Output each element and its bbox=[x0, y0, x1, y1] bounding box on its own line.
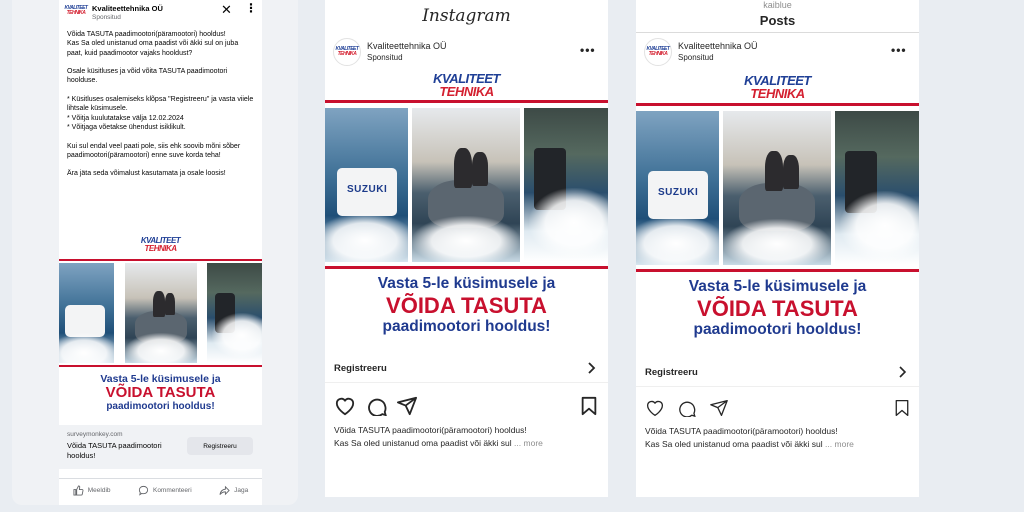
sponsored-label: Sponsitud bbox=[367, 53, 403, 62]
bookmark-icon[interactable] bbox=[894, 399, 910, 417]
caption-line-1: Võida TASUTA paadimootori(päramootori) h… bbox=[334, 425, 527, 435]
like-button[interactable]: Meeldib bbox=[73, 485, 111, 496]
facebook-ad-preview: KVALITEET TEHNIKA Kvaliteettehnika OÜ Sp… bbox=[12, 0, 298, 505]
photo-boat bbox=[412, 108, 520, 262]
more-link[interactable]: more bbox=[524, 438, 543, 448]
divider bbox=[59, 365, 262, 367]
photo-boat bbox=[723, 111, 831, 265]
comment-button[interactable]: Kommenteeri bbox=[138, 485, 192, 496]
photo-motor: SUZUKI bbox=[636, 111, 719, 265]
ad-headline: Vasta 5-le küsimusele ja VÕIDA TASUTA pa… bbox=[688, 278, 867, 338]
ad-creative[interactable]: KVALITEET TEHNIKA SUZUKI Vasta 5-le küsi… bbox=[325, 70, 608, 335]
profile-username: kaiblue bbox=[763, 0, 792, 10]
instagram-profile-preview: kaiblue Posts KVALITEET TEHNIKA Kvalitee… bbox=[636, 0, 919, 497]
sponsored-label: Sponsitud bbox=[92, 14, 121, 21]
close-icon[interactable]: ✕ bbox=[221, 3, 232, 17]
page-name[interactable]: Kvaliteettehnika OÜ bbox=[367, 41, 447, 51]
photo-strip: SUZUKI bbox=[325, 108, 608, 262]
photo-outboard bbox=[835, 111, 919, 265]
brand-logo: KVALITEET TEHNIKA bbox=[433, 71, 500, 99]
share-button[interactable]: Jaga bbox=[219, 485, 248, 496]
more-vertical-icon[interactable]: ⋮ bbox=[245, 2, 257, 14]
photo-strip bbox=[59, 263, 262, 363]
more-horizontal-icon[interactable]: ••• bbox=[580, 44, 596, 56]
ad-headline: Vasta 5-le küsimusele ja VÕIDA TASUTA pa… bbox=[100, 373, 221, 412]
page-title: Posts bbox=[759, 13, 796, 28]
divider bbox=[636, 32, 919, 33]
thumbs-up-icon bbox=[73, 485, 84, 496]
comment-icon bbox=[138, 485, 149, 496]
photo-motor: SUZUKI bbox=[325, 108, 408, 262]
cta-register[interactable]: Registreeru bbox=[325, 355, 608, 383]
page-avatar[interactable]: KVALITEET TEHNIKA bbox=[644, 38, 672, 66]
link-preview[interactable]: surveymonkey.com Võida TASUTA paadimooto… bbox=[59, 425, 262, 469]
divider bbox=[636, 103, 919, 106]
link-title: Võida TASUTA paadimootori hooldus! bbox=[67, 441, 162, 460]
post-header: KVALITEET TEHNIKA Kvaliteettehnika OÜ Sp… bbox=[59, 0, 262, 26]
post-actions: Meeldib Kommenteeri Jaga bbox=[59, 478, 262, 502]
divider bbox=[325, 100, 608, 103]
caption-line-2: Kas Sa oled unistanud oma paadist või äk… bbox=[334, 438, 543, 448]
caption-line-1: Võida TASUTA paadimootori(päramootori) h… bbox=[645, 426, 838, 436]
ad-creative[interactable]: KVALITEET TEHNIKA SUZUKI Vasta 5-le küsi… bbox=[636, 70, 919, 338]
chevron-right-icon bbox=[588, 362, 596, 374]
instagram-feed-preview: Instagram KVALITEET TEHNIKA Kvaliteetteh… bbox=[325, 0, 608, 497]
photo-boat bbox=[124, 263, 197, 363]
cta-register[interactable]: Registreeru bbox=[636, 359, 919, 387]
ad-headline: Vasta 5-le küsimusele ja VÕIDA TASUTA pa… bbox=[377, 275, 556, 335]
post-text: Võida TASUTA paadimootori(päramootori) h… bbox=[67, 31, 254, 178]
bookmark-icon[interactable] bbox=[580, 396, 598, 416]
page-name[interactable]: Kvaliteettehnika OÜ bbox=[92, 4, 163, 13]
facebook-post: KVALITEET TEHNIKA Kvaliteettehnika OÜ Sp… bbox=[59, 0, 262, 505]
heart-icon[interactable] bbox=[334, 396, 356, 416]
instagram-wordmark: Instagram bbox=[422, 6, 511, 26]
photo-motor bbox=[59, 263, 114, 363]
send-icon[interactable] bbox=[710, 399, 728, 417]
brand-logo: KVALITEET TEHNIKA bbox=[140, 236, 181, 253]
comment-icon[interactable] bbox=[678, 399, 696, 417]
page-avatar-logo[interactable]: KVALITEET TEHNIKA bbox=[65, 6, 88, 20]
more-horizontal-icon[interactable]: ••• bbox=[891, 44, 907, 56]
comment-icon[interactable] bbox=[367, 396, 387, 416]
heart-icon[interactable] bbox=[645, 399, 665, 417]
photo-strip: SUZUKI bbox=[636, 111, 919, 265]
brand-logo: KVALITEET TEHNIKA bbox=[744, 73, 811, 101]
chevron-right-icon bbox=[899, 366, 907, 378]
register-button[interactable]: Registreeru bbox=[187, 437, 253, 455]
action-bar bbox=[325, 396, 608, 418]
share-icon bbox=[219, 485, 230, 496]
photo-outboard bbox=[524, 108, 608, 262]
divider bbox=[636, 269, 919, 272]
photo-outboard bbox=[207, 263, 262, 363]
divider bbox=[325, 266, 608, 269]
action-bar bbox=[636, 399, 919, 421]
ad-creative[interactable]: KVALITEET TEHNIKA Vasta 5-le küsimusele … bbox=[59, 235, 262, 425]
sponsored-label: Sponsitud bbox=[678, 53, 714, 62]
more-link[interactable]: more bbox=[835, 439, 854, 449]
divider bbox=[59, 259, 262, 261]
link-domain: surveymonkey.com bbox=[67, 431, 123, 438]
caption-line-2: Kas Sa oled unistanud oma paadist või äk… bbox=[645, 439, 854, 449]
page-name[interactable]: Kvaliteettehnika OÜ bbox=[678, 41, 758, 51]
send-icon[interactable] bbox=[397, 396, 417, 416]
page-avatar[interactable]: KVALITEET TEHNIKA bbox=[333, 38, 361, 66]
